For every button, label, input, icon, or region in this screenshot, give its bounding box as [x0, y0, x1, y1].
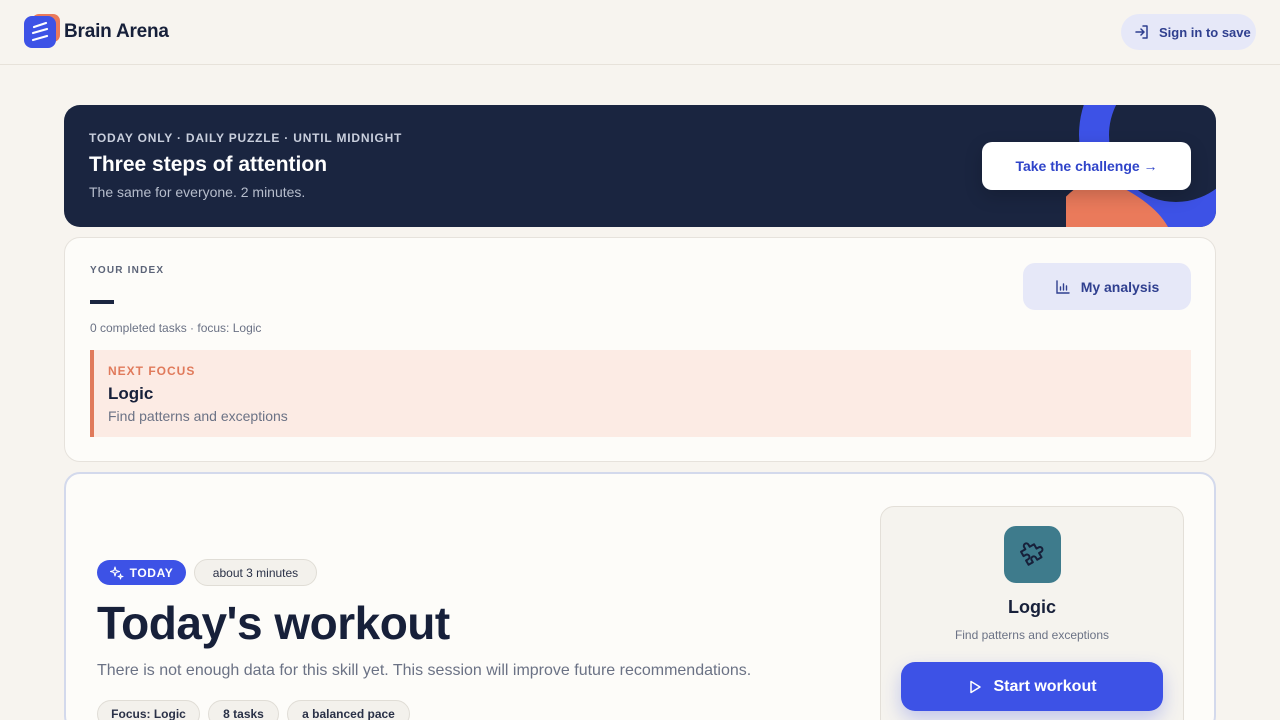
puzzle-icon: [1004, 526, 1061, 583]
tag-pace: a balanced pace: [287, 700, 410, 720]
next-focus-eyebrow: NEXT FOCUS: [108, 364, 196, 378]
today-badge: TODAY: [97, 560, 186, 585]
sparkles-icon: [109, 565, 124, 579]
skill-name: Logic: [1008, 597, 1056, 617]
start-workout-label: Start workout: [993, 677, 1097, 695]
next-focus-callout: NEXT FOCUS Logic Find patterns and excep…: [90, 350, 1191, 437]
skill-subtitle: Find patterns and exceptions: [954, 628, 1110, 642]
index-meta: 0 completed tasks · focus: Logic: [90, 321, 262, 335]
index-card: YOUR INDEX 0 completed tasks · focus: Lo…: [64, 237, 1216, 462]
banner-title: Three steps of attention: [89, 153, 328, 176]
index-value-placeholder: [90, 300, 114, 304]
skill-panel: Logic Find patterns and exceptions Start…: [880, 506, 1184, 720]
take-challenge-button[interactable]: Take the challenge →: [982, 142, 1191, 190]
my-analysis-button[interactable]: My analysis: [1023, 263, 1191, 310]
brand-logo[interactable]: [24, 14, 60, 48]
puzzle-icon-graphic: [1019, 541, 1043, 566]
my-analysis-label: My analysis: [1080, 278, 1160, 295]
top-bar: Brain Arena Sign in to save: [0, 0, 1280, 65]
daily-puzzle-banner: TODAY ONLY · DAILY PUZZLE · UNTIL MIDNIG…: [64, 105, 1216, 227]
today-badge-label: TODAY: [129, 565, 174, 580]
start-workout-button[interactable]: Start workout: [901, 662, 1163, 711]
workout-description: There is not enough data for this skill …: [97, 662, 752, 679]
banner-eyebrow: TODAY ONLY · DAILY PUZZLE · UNTIL MIDNIG…: [89, 131, 403, 145]
next-focus-title: Logic: [108, 384, 154, 403]
play-icon: [970, 680, 982, 693]
next-focus-subtitle: Find patterns and exceptions: [108, 408, 288, 424]
tag-task-count: 8 tasks: [208, 700, 279, 720]
sign-in-button[interactable]: Sign in to save: [1121, 14, 1256, 50]
menu-lines-icon: [31, 21, 49, 42]
tag-focus: Focus: Logic: [97, 700, 200, 720]
brand-name[interactable]: Brain Arena: [64, 21, 169, 43]
sign-in-icon: [1135, 25, 1148, 39]
banner-subtitle: The same for everyone. 2 minutes.: [89, 184, 306, 200]
duration-pill: about 3 minutes: [194, 559, 317, 586]
bar-chart-icon: [1055, 279, 1070, 294]
workout-title: Today's workout: [97, 597, 450, 649]
sign-in-label: Sign in to save: [1159, 24, 1251, 40]
index-eyebrow: YOUR INDEX: [90, 265, 165, 276]
workout-card: TODAY about 3 minutes Today's workout Th…: [64, 472, 1216, 720]
